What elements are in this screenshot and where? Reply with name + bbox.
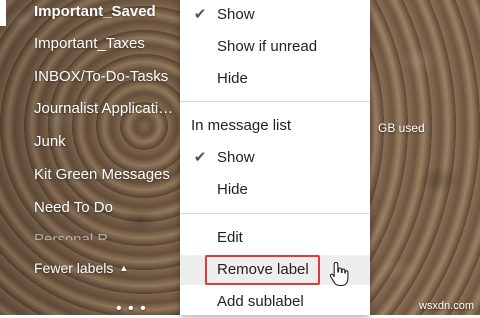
label-item-journalist-applications[interactable]: Journalist Applicati… xyxy=(34,100,174,117)
fewer-labels-link[interactable]: Fewer labels ▲ xyxy=(34,260,128,276)
checkmark-icon: ✔ xyxy=(193,6,207,23)
menu-item-hide[interactable]: Hide xyxy=(180,64,370,94)
more-options-icon[interactable]: • • • xyxy=(116,300,147,318)
menu-item-edit-label: Edit xyxy=(217,229,243,246)
fewer-labels-text: Fewer labels xyxy=(34,260,114,276)
menu-divider xyxy=(180,213,370,214)
label-item-kit-green-messages[interactable]: Kit Green Messages xyxy=(34,166,174,183)
menu-item-message-list-show[interactable]: ✔ Show xyxy=(180,143,370,173)
label-item-junk[interactable]: Junk xyxy=(34,133,174,150)
menu-item-add-sublabel-label: Add sublabel xyxy=(217,293,304,310)
message-list-header: In message list xyxy=(191,117,292,134)
watermark: wsxdn.com xyxy=(418,300,474,312)
label-item-important-saved[interactable]: Important_Saved xyxy=(34,3,174,20)
caret-up-icon: ▲ xyxy=(119,263,129,273)
label-item-inbox-todo-tasks[interactable]: INBOX/To-Do-Tasks xyxy=(34,68,174,85)
menu-item-message-list-show-label: Show xyxy=(217,149,255,166)
menu-item-edit[interactable]: Edit xyxy=(180,223,370,253)
active-label-indicator xyxy=(0,0,6,26)
hand-cursor-icon xyxy=(329,261,349,287)
highlight-annotation-box xyxy=(205,255,320,285)
label-item-important-taxes[interactable]: Important_Taxes xyxy=(34,35,174,52)
menu-item-show-if-unread-label: Show if unread xyxy=(217,38,318,55)
label-item-partial[interactable]: Personal R… xyxy=(34,231,174,240)
storage-usage-text: GB used xyxy=(378,121,425,135)
menu-item-message-list-hide[interactable]: Hide xyxy=(180,175,370,205)
menu-item-hide-label: Hide xyxy=(217,70,248,87)
menu-item-show[interactable]: ✔ Show xyxy=(180,0,370,30)
checkmark-icon: ✔ xyxy=(193,149,207,166)
menu-item-show-label: Show xyxy=(217,6,255,23)
menu-item-show-if-unread[interactable]: Show if unread xyxy=(180,32,370,62)
label-item-need-to-do[interactable]: Need To Do xyxy=(34,199,174,216)
menu-item-add-sublabel[interactable]: Add sublabel xyxy=(180,287,370,317)
menu-divider xyxy=(180,101,370,102)
menu-item-message-list-hide-label: Hide xyxy=(217,181,248,198)
